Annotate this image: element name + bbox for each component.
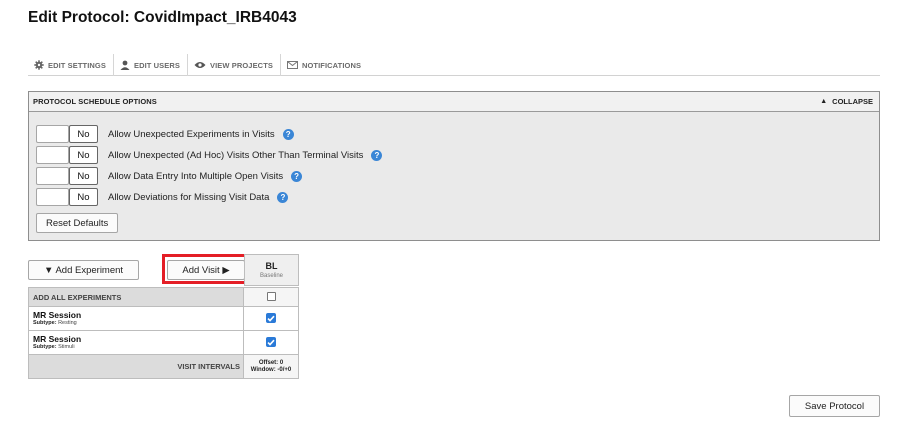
- toggle-no-segment[interactable]: No: [69, 146, 98, 164]
- visit-intervals-row: VISIT INTERVALS Offset: 0 Window: -0/+0: [28, 354, 299, 379]
- protocol-grid: ▼ Add Experiment Add Visit ▶ BL Baseline…: [28, 254, 299, 382]
- highlight-box: [162, 254, 248, 284]
- toggle-no-segment[interactable]: No: [69, 188, 98, 206]
- toggle-no-segment[interactable]: No: [69, 167, 98, 185]
- experiment-subtype: Subtype: Stimuli: [33, 343, 75, 350]
- experiment-name: MR Session: [33, 309, 82, 320]
- save-protocol-button[interactable]: Save Protocol: [789, 395, 880, 417]
- option-row: No Allow Unexpected (Ad Hoc) Visits Othe…: [36, 146, 383, 164]
- option-row: No Allow Unexpected Experiments in Visit…: [36, 125, 294, 143]
- tab-label: VIEW PROJECTS: [210, 60, 273, 70]
- tab-label: NOTIFICATIONS: [301, 60, 362, 70]
- add-all-check-cell: [243, 287, 299, 307]
- option-label: Allow Unexpected (Ad Hoc) Visits Other T…: [108, 149, 364, 161]
- panel-title: PROTOCOL SCHEDULE OPTIONS: [33, 97, 157, 106]
- experiment-check-cell: [243, 330, 299, 355]
- tab-edit-settings[interactable]: EDIT SETTINGS: [28, 54, 114, 76]
- tab-label: EDIT USERS: [133, 60, 180, 70]
- help-icon[interactable]: ?: [291, 170, 303, 182]
- collapse-label: COLLAPSE: [832, 97, 873, 106]
- option-label: Allow Unexpected Experiments in Visits: [108, 128, 275, 140]
- table-row: MR Session Subtype: Stimuli: [28, 330, 299, 355]
- experiment-name: MR Session: [33, 333, 82, 344]
- schedule-options-panel: PROTOCOL SCHEDULE OPTIONS ▲ COLLAPSE No …: [28, 91, 880, 241]
- toggle-yes-segment[interactable]: [36, 167, 69, 185]
- visit-code: BL: [265, 261, 278, 271]
- window-text: Window: -0/+0: [250, 366, 292, 373]
- mail-icon: [286, 61, 298, 69]
- add-all-checkbox[interactable]: [266, 292, 276, 302]
- option-toggle[interactable]: No: [36, 188, 98, 206]
- page-title: Edit Protocol: CovidImpact_IRB4043: [28, 9, 297, 26]
- visit-intervals-label: VISIT INTERVALS: [28, 354, 244, 379]
- option-label: Allow Deviations for Missing Visit Data: [108, 191, 270, 203]
- toggle-yes-segment[interactable]: [36, 188, 69, 206]
- action-tabs: EDIT SETTINGS EDIT USERS VIEW PROJECTS N…: [28, 54, 880, 76]
- option-toggle[interactable]: No: [36, 167, 98, 185]
- toggle-yes-segment[interactable]: [36, 146, 69, 164]
- experiment-cell: MR Session Subtype: Stimuli: [28, 330, 244, 355]
- gear-icon: [34, 60, 44, 70]
- toggle-yes-segment[interactable]: [36, 125, 69, 143]
- add-all-row: ADD ALL EXPERIMENTS: [28, 287, 299, 307]
- option-label: Allow Data Entry Into Multiple Open Visi…: [108, 170, 284, 182]
- table-row: MR Session Subtype: Resting: [28, 306, 299, 331]
- tab-label: EDIT SETTINGS: [48, 60, 106, 70]
- visit-column-header[interactable]: BL Baseline: [244, 254, 299, 286]
- eye-icon: [194, 61, 206, 69]
- experiment-subtype: Subtype: Resting: [33, 319, 77, 326]
- tab-edit-users[interactable]: EDIT USERS: [114, 54, 188, 76]
- option-row: No Allow Data Entry Into Multiple Open V…: [36, 167, 303, 185]
- offset-text: Offset: 0: [258, 359, 284, 366]
- help-icon[interactable]: ?: [277, 191, 289, 203]
- toggle-no-segment[interactable]: No: [69, 125, 98, 143]
- user-icon: [120, 60, 130, 70]
- experiment-table: ADD ALL EXPERIMENTS MR Session Subtype: …: [28, 287, 299, 379]
- experiment-cell: MR Session Subtype: Resting: [28, 306, 244, 331]
- triangle-up-icon: ▲: [820, 98, 828, 105]
- help-icon[interactable]: ?: [282, 128, 294, 140]
- add-all-label: ADD ALL EXPERIMENTS: [28, 287, 244, 307]
- tab-notifications[interactable]: NOTIFICATIONS: [281, 54, 368, 76]
- panel-header: PROTOCOL SCHEDULE OPTIONS ▲ COLLAPSE: [29, 92, 879, 112]
- experiment-check-cell: [243, 306, 299, 331]
- option-toggle[interactable]: No: [36, 125, 98, 143]
- option-row: No Allow Deviations for Missing Visit Da…: [36, 188, 289, 206]
- tab-view-projects[interactable]: VIEW PROJECTS: [188, 54, 281, 76]
- option-toggle[interactable]: No: [36, 146, 98, 164]
- collapse-button[interactable]: ▲ COLLAPSE: [820, 97, 873, 106]
- experiment-checkbox[interactable]: [266, 337, 276, 348]
- experiment-checkbox[interactable]: [266, 313, 276, 324]
- visit-interval-values[interactable]: Offset: 0 Window: -0/+0: [243, 354, 299, 379]
- help-icon[interactable]: ?: [371, 149, 383, 161]
- add-experiment-button[interactable]: ▼ Add Experiment: [28, 260, 139, 280]
- reset-defaults-button[interactable]: Reset Defaults: [36, 213, 119, 233]
- visit-name: Baseline: [259, 273, 283, 279]
